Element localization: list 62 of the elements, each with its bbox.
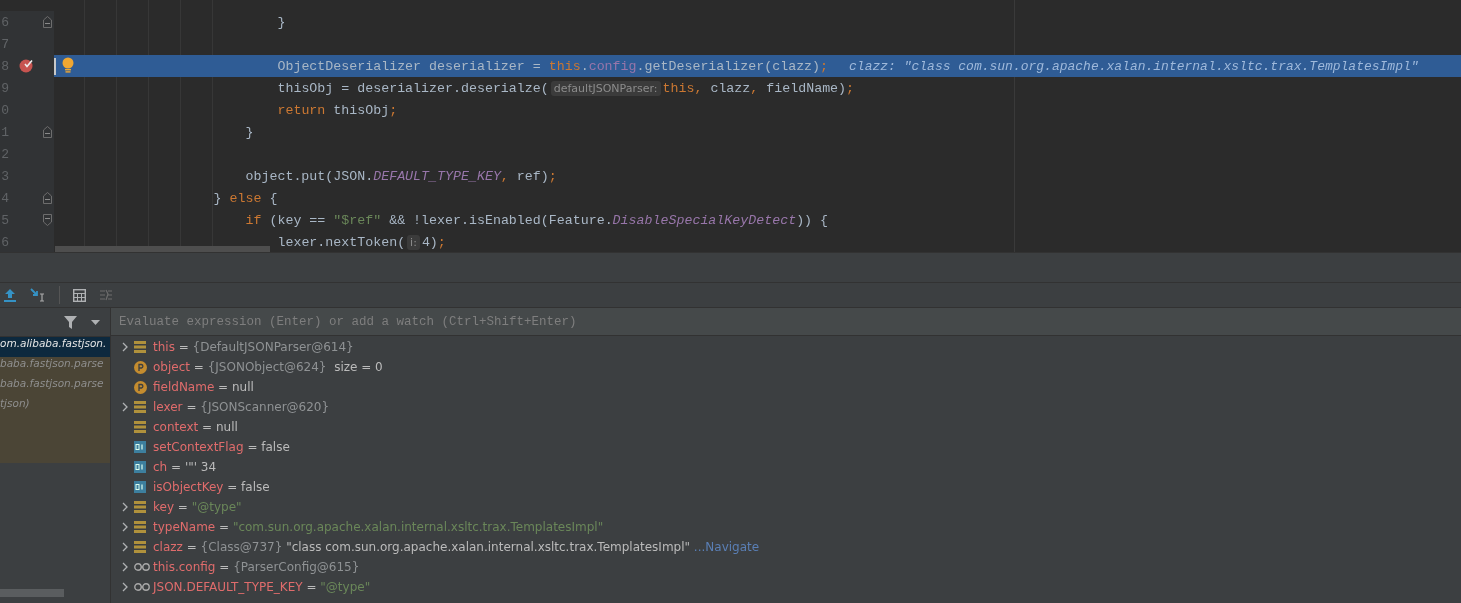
run-to-cursor-icon[interactable] bbox=[30, 288, 46, 302]
evaluate-expression-field[interactable]: Evaluate expression (Enter) or add a watch (Ctrl+Shift+Enter) bbox=[111, 308, 1461, 336]
variable-entry[interactable]: typeName = "com.sun.org.apache.xalan.internal.xsltc.trax.TemplatesImpl" bbox=[153, 520, 604, 534]
expand-chevron-icon[interactable] bbox=[121, 542, 128, 552]
field-icon bbox=[134, 521, 146, 533]
field-icon bbox=[134, 541, 146, 553]
fold-marker-icon[interactable] bbox=[43, 192, 52, 204]
field-icon bbox=[134, 341, 146, 353]
stack-frame[interactable]: baba.fastjson.parse bbox=[0, 357, 110, 377]
expand-chevron-icon[interactable] bbox=[121, 342, 128, 352]
variable-entry[interactable]: ch = '"' 34 bbox=[153, 460, 217, 474]
variable-entry[interactable]: context = null bbox=[153, 420, 238, 434]
fold-marker-icon[interactable] bbox=[43, 126, 52, 138]
code-line: ObjectDeserializer deserializer = this.config.getDeserializer(clazz); bbox=[277, 58, 829, 74]
fold-marker-icon[interactable] bbox=[43, 16, 52, 28]
text-caret bbox=[54, 58, 56, 75]
expand-chevron-icon[interactable] bbox=[121, 522, 128, 532]
primitive-value-icon bbox=[134, 461, 146, 473]
watch-glasses-icon bbox=[134, 563, 150, 571]
inline-debug-value: clazz: "class com.sun.org.apache.xalan.internal.xsltc.trax.TemplatesImpl" bbox=[849, 58, 1419, 74]
expand-chevron-icon[interactable] bbox=[121, 582, 128, 592]
stack-frame[interactable]: tjson) bbox=[0, 397, 110, 417]
dropdown-caret-icon[interactable] bbox=[91, 319, 100, 325]
code-line: if (key == "$ref" && !lexer.isEnabled(Feature.DisableSpecialKeyDetect)) { bbox=[245, 212, 829, 228]
code-line: } bbox=[245, 124, 254, 140]
expand-chevron-icon[interactable] bbox=[121, 502, 128, 512]
watch-glasses-icon bbox=[134, 583, 150, 591]
variable-entry[interactable]: fieldName = null bbox=[153, 380, 254, 394]
variable-entry[interactable]: this.config = {ParserConfig@615} bbox=[153, 560, 360, 574]
expand-chevron-icon[interactable] bbox=[121, 562, 128, 572]
variable-entry[interactable]: this = {DefaultJSONParser@614} bbox=[153, 340, 354, 354]
breakpoint-icon[interactable] bbox=[19, 59, 33, 73]
variable-entry[interactable]: isObjectKey = false bbox=[153, 480, 270, 494]
scrollbar-thumb[interactable] bbox=[55, 246, 270, 252]
field-icon bbox=[134, 401, 146, 413]
expand-chevron-icon[interactable] bbox=[121, 402, 128, 412]
variable-entry[interactable]: key = "@type" bbox=[153, 500, 242, 514]
table-icon[interactable] bbox=[73, 288, 86, 302]
variable-entry[interactable]: lexer = {JSONScanner@620} bbox=[153, 400, 330, 414]
variable-entry[interactable]: setContextFlag = false bbox=[153, 440, 290, 454]
code-line: } else { bbox=[213, 190, 278, 206]
code-line: } bbox=[277, 14, 286, 30]
filter-icon[interactable] bbox=[64, 315, 77, 329]
primitive-value-icon bbox=[134, 481, 146, 493]
field-icon bbox=[134, 501, 146, 513]
variable-entry[interactable]: clazz = {Class@737} "class com.sun.org.apache.xalan.internal.xsltc.trax.TemplatesImpl" ...Navigate bbox=[153, 540, 760, 554]
stack-frame[interactable]: baba.fastjson.parse bbox=[0, 377, 110, 397]
field-icon bbox=[134, 421, 146, 433]
variable-entry[interactable]: JSON.DEFAULT_TYPE_KEY = "@type" bbox=[153, 580, 371, 594]
parameter-icon bbox=[134, 360, 147, 374]
parameter-icon bbox=[134, 380, 147, 394]
lightbulb-icon[interactable] bbox=[62, 57, 74, 73]
step-out-icon[interactable] bbox=[3, 288, 17, 302]
stack-frame[interactable]: om.alibaba.fastjson. bbox=[0, 337, 110, 357]
code-line: lexer.nextToken( i: 4); bbox=[277, 234, 446, 250]
code-line: object.put(JSON.DEFAULT_TYPE_KEY, ref); bbox=[245, 168, 557, 184]
variable-entry[interactable]: object = {JSONObject@624} size = 0 bbox=[153, 360, 383, 374]
fold-marker-icon[interactable] bbox=[43, 214, 52, 226]
code-line: return thisObj; bbox=[277, 102, 398, 118]
code-line: thisObj = deserializer.deserialze( defaultJSONParser: this, clazz, fieldName); bbox=[277, 80, 855, 96]
primitive-value-icon bbox=[134, 441, 146, 453]
scrollbar-thumb[interactable] bbox=[0, 589, 64, 597]
